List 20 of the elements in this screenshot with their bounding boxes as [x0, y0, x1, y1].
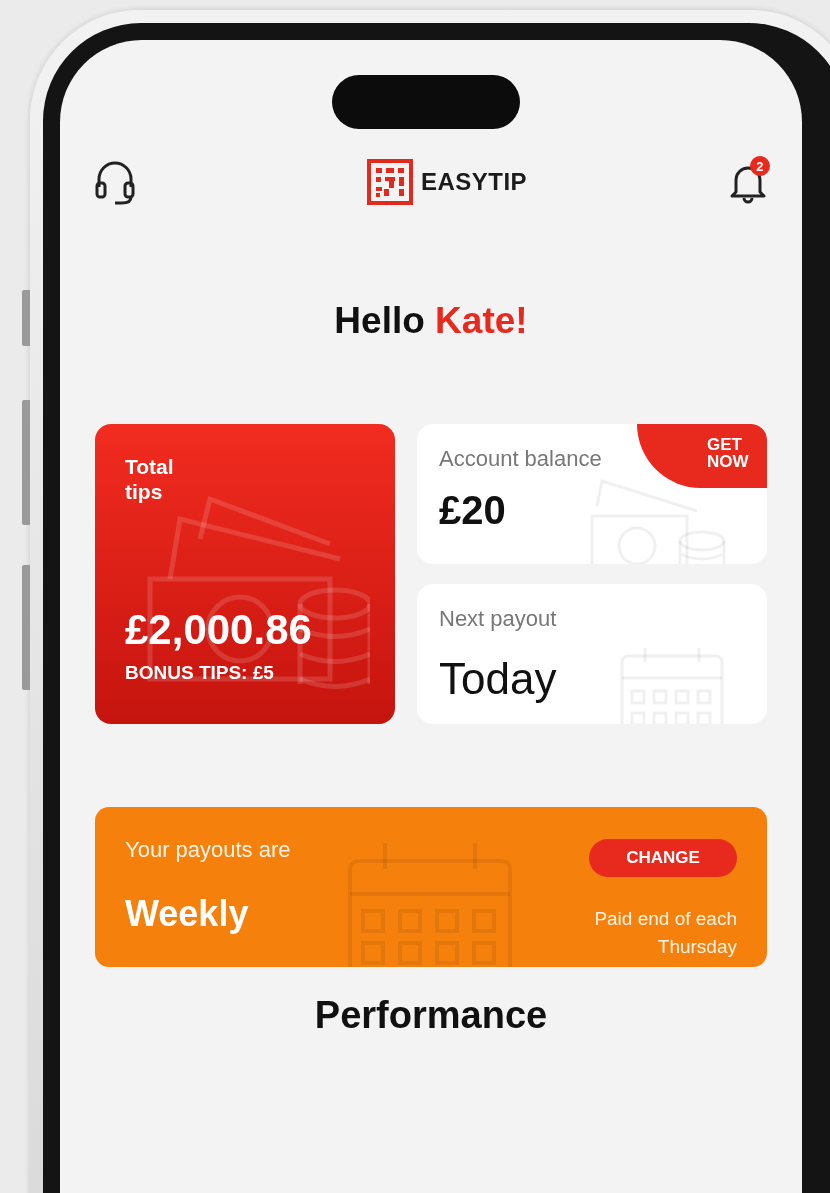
next-payout-value: Today [439, 654, 557, 704]
logo-text: EASYTIP [420, 168, 528, 196]
total-tips-amount: £2,000.86 [125, 606, 313, 654]
payout-frequency: Weekly [125, 893, 250, 935]
bonus-tips-text: BONUS TIPS: £5 [125, 662, 275, 684]
payout-note: Paid end of each Thursday [593, 907, 737, 959]
next-payout-card[interactable]: Next payout Today [417, 584, 767, 724]
card-label: Account balance [439, 446, 602, 472]
greeting-text: Hello Kate! [333, 300, 529, 342]
card-label: Next payout [439, 606, 557, 632]
total-tips-card[interactable]: Total tips £2,000.86 BONUS TIPS: £5 [95, 424, 395, 724]
account-balance-amount: £20 [439, 488, 506, 533]
change-button[interactable]: CHANGE [589, 839, 737, 877]
section-title: Performance [313, 994, 549, 1037]
payout-label: Your payouts are [125, 837, 291, 863]
account-balance-card[interactable]: Account balance GET NOW £20 [417, 424, 767, 564]
get-now-badge[interactable]: GET NOW [637, 424, 767, 488]
card-label: Total tips [125, 454, 175, 505]
logo-icon [366, 159, 413, 205]
notification-badge: 2 [750, 156, 770, 176]
